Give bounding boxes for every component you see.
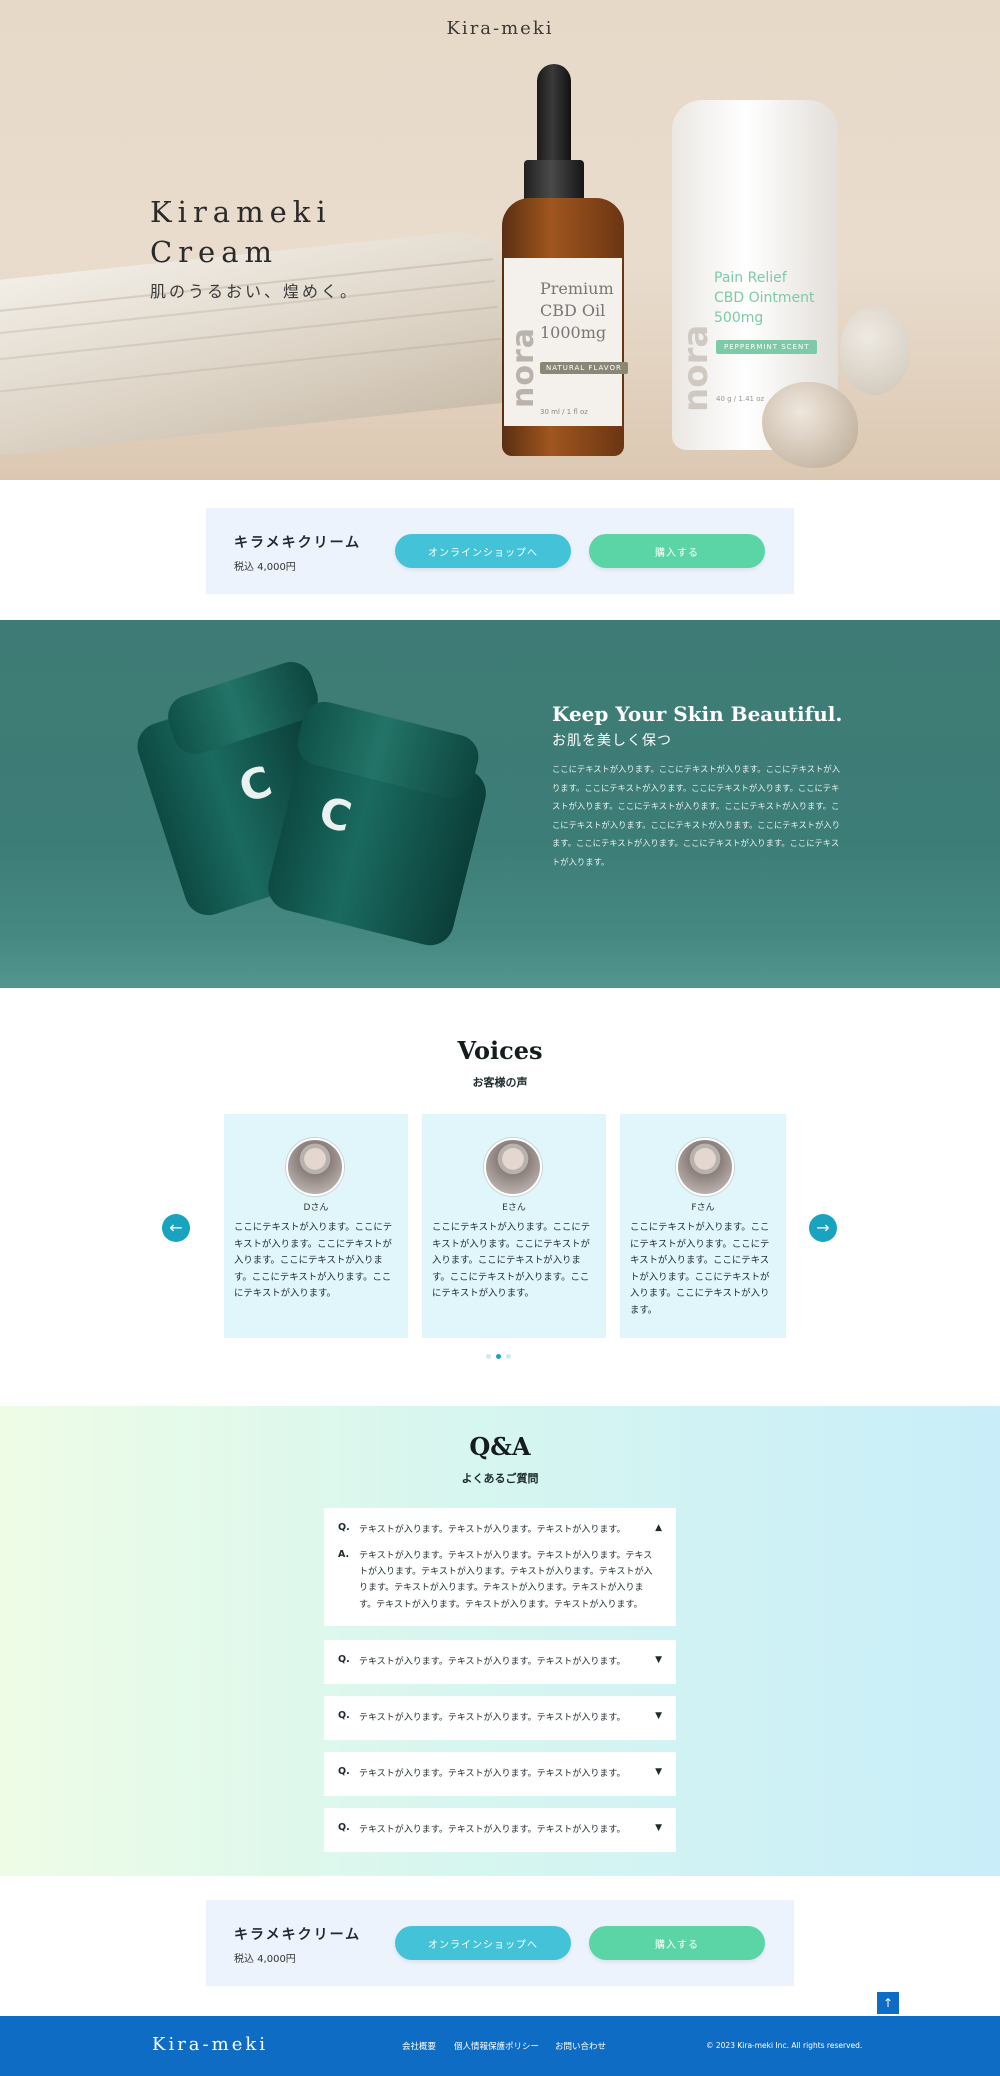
voice-text: ここにテキストが入ります。ここにテキストが入ります。ここにテキストが入ります。こ… bbox=[630, 1222, 770, 1316]
dropper-cap-image bbox=[524, 160, 584, 202]
faq-item[interactable]: Q. テキストが入ります。テキストが入ります。テキストが入ります。 ▼ bbox=[324, 1640, 676, 1684]
question-marker: Q. bbox=[338, 1654, 350, 1665]
footer-logo[interactable]: Kira-meki bbox=[152, 2034, 268, 2055]
faq-question: テキストが入ります。テキストが入ります。テキストが入ります。 bbox=[359, 1713, 626, 1723]
caret-down-icon: ▼ bbox=[655, 1711, 662, 1721]
avatar bbox=[484, 1138, 542, 1196]
back-to-top-button[interactable]: ↑ bbox=[877, 1992, 899, 2014]
faq-answer: テキストが入ります。テキストが入ります。テキストが入ります。テキストが入ります。… bbox=[359, 1551, 653, 1610]
voice-card: Fさん ここにテキストが入ります。ここにテキストが入ります。ここにテキストが入り… bbox=[620, 1114, 786, 1338]
tube-volume: 40 g / 1.41 oz bbox=[716, 395, 765, 403]
carousel-pagination bbox=[486, 1354, 516, 1360]
question-marker: Q. bbox=[338, 1766, 350, 1777]
question-marker: Q. bbox=[338, 1522, 350, 1533]
arrow-right-icon: → bbox=[816, 1218, 830, 1237]
hero-title: Kirameki Cream bbox=[150, 192, 332, 272]
carousel-next-button[interactable]: → bbox=[809, 1214, 837, 1242]
hero-section: nora Premium CBD Oil 1000mg NATURAL FLAV… bbox=[0, 0, 1000, 480]
footer-link-privacy[interactable]: 個人情報保護ポリシー bbox=[454, 2040, 539, 2052]
site-logo[interactable]: Kira-meki bbox=[0, 18, 1000, 39]
qa-title: Q&A bbox=[469, 1432, 531, 1461]
question-marker: Q. bbox=[338, 1710, 350, 1721]
feature-subtitle: お肌を美しく保つ bbox=[552, 733, 672, 749]
product-name: キラメキクリーム bbox=[234, 535, 362, 551]
copyright-text: © 2023 Kira-meki Inc. All rights reserve… bbox=[706, 2041, 863, 2050]
bottle-label-line: 1000mg bbox=[540, 323, 607, 342]
footer-link-contact[interactable]: お問い合わせ bbox=[555, 2040, 606, 2052]
buy-button[interactable]: 購入する bbox=[589, 1926, 765, 1960]
caret-down-icon: ▼ bbox=[655, 1655, 662, 1665]
hero-title-line: Cream bbox=[150, 235, 279, 269]
bottle-label-line: CBD Oil bbox=[540, 301, 606, 320]
voice-author: Dさん bbox=[303, 1203, 329, 1213]
hero-title-line: Kirameki bbox=[150, 195, 332, 229]
product-price: 税込 4,000円 bbox=[234, 562, 296, 573]
faq-question: テキストが入ります。テキストが入ります。テキストが入ります。 bbox=[359, 1825, 626, 1835]
feature-floor bbox=[0, 940, 1000, 988]
carousel-dot-active[interactable] bbox=[496, 1354, 501, 1359]
question-marker: Q. bbox=[338, 1822, 350, 1833]
purchase-bar: キラメキクリーム 税込 4,000円 オンラインショップへ 購入する bbox=[206, 508, 794, 594]
tube-label-text: Pain Relief CBD Ointment 500mg bbox=[714, 268, 834, 328]
feature-section: C C Keep Your Skin Beautiful. お肌を美しく保つ こ… bbox=[0, 620, 1000, 988]
site-footer: Kira-meki 会社概要 個人情報保護ポリシー お問い合わせ © 2023 … bbox=[0, 2016, 1000, 2076]
carousel-prev-button[interactable]: ← bbox=[162, 1214, 190, 1242]
avatar bbox=[286, 1138, 344, 1196]
bottle-label-line: Premium bbox=[540, 279, 614, 298]
pebble-image bbox=[840, 305, 910, 395]
carousel-dot[interactable] bbox=[506, 1354, 511, 1359]
arrow-left-icon: ← bbox=[169, 1218, 183, 1237]
tube-label-line: Pain Relief bbox=[714, 270, 787, 286]
faq-item[interactable]: Q. テキストが入ります。テキストが入ります。テキストが入ります。 ▼ bbox=[324, 1808, 676, 1852]
carousel-dot[interactable] bbox=[486, 1354, 491, 1359]
voices-subtitle: お客様の声 bbox=[472, 1076, 528, 1089]
product-price: 税込 4,000円 bbox=[234, 1954, 296, 1965]
hero-subtitle: 肌のうるおい、煌めく。 bbox=[150, 282, 360, 301]
online-shop-button[interactable]: オンラインショップへ bbox=[395, 534, 571, 568]
voice-text: ここにテキストが入ります。ここにテキストが入ります。ここにテキストが入ります。こ… bbox=[234, 1222, 393, 1299]
voice-text: ここにテキストが入ります。ここにテキストが入ります。ここにテキストが入ります。こ… bbox=[432, 1222, 591, 1299]
feature-title: Keep Your Skin Beautiful. bbox=[552, 702, 843, 726]
voice-author: Fさん bbox=[691, 1203, 715, 1213]
qa-subtitle: よくあるご質問 bbox=[461, 1472, 539, 1485]
dropper-bulb-image bbox=[537, 64, 571, 174]
answer-marker: A. bbox=[338, 1549, 350, 1560]
online-shop-button[interactable]: オンラインショップへ bbox=[395, 1926, 571, 1960]
voice-author: Eさん bbox=[502, 1203, 526, 1213]
footer-link-company[interactable]: 会社概要 bbox=[402, 2040, 436, 2052]
bottle-tag: NATURAL FLAVOR bbox=[540, 362, 628, 374]
product-name: キラメキクリーム bbox=[234, 1927, 362, 1943]
tube-brand-text: nora bbox=[676, 324, 716, 412]
bottle-volume: 30 ml / 1 fl oz bbox=[540, 408, 588, 416]
faq-item[interactable]: Q. テキストが入ります。テキストが入ります。テキストが入ります。 ▼ bbox=[324, 1752, 676, 1796]
faq-question: テキストが入ります。テキストが入ります。テキストが入ります。 bbox=[359, 1769, 626, 1779]
qa-section: Q&A よくあるご質問 Q. テキストが入ります。テキストが入ります。テキストが… bbox=[0, 1406, 1000, 1876]
faq-question: テキストが入ります。テキストが入ります。テキストが入ります。 bbox=[359, 1525, 626, 1535]
faq-item-expanded[interactable]: Q. テキストが入ります。テキストが入ります。テキストが入ります。 ▲ A. テ… bbox=[324, 1508, 676, 1626]
tube-tag: PEPPERMINT SCENT bbox=[716, 340, 818, 354]
caret-down-icon: ▼ bbox=[655, 1823, 662, 1833]
voice-card: Dさん ここにテキストが入ります。ここにテキストが入ります。ここにテキストが入り… bbox=[224, 1114, 408, 1338]
tube-label-line: CBD Ointment bbox=[714, 290, 815, 306]
bottle-brand-text: nora bbox=[506, 326, 541, 408]
bottle-label-text: Premium CBD Oil 1000mg bbox=[540, 278, 630, 344]
avatar bbox=[676, 1138, 734, 1196]
buy-button[interactable]: 購入する bbox=[589, 534, 765, 568]
voices-title: Voices bbox=[457, 1036, 543, 1065]
caret-down-icon: ▼ bbox=[655, 1767, 662, 1777]
tube-label-line: 500mg bbox=[714, 310, 764, 326]
faq-question: テキストが入ります。テキストが入ります。テキストが入ります。 bbox=[359, 1657, 626, 1667]
caret-up-icon: ▲ bbox=[655, 1523, 662, 1533]
purchase-bar: キラメキクリーム 税込 4,000円 オンラインショップへ 購入する bbox=[206, 1900, 794, 1986]
faq-item[interactable]: Q. テキストが入ります。テキストが入ります。テキストが入ります。 ▼ bbox=[324, 1696, 676, 1740]
arrow-up-icon: ↑ bbox=[882, 1996, 894, 2010]
voice-card: Eさん ここにテキストが入ります。ここにテキストが入ります。ここにテキストが入り… bbox=[422, 1114, 606, 1338]
feature-body: ここにテキストが入ります。ここにテキストが入ります。ここにテキストが入ります。こ… bbox=[552, 764, 840, 867]
pebble-image bbox=[762, 382, 858, 468]
